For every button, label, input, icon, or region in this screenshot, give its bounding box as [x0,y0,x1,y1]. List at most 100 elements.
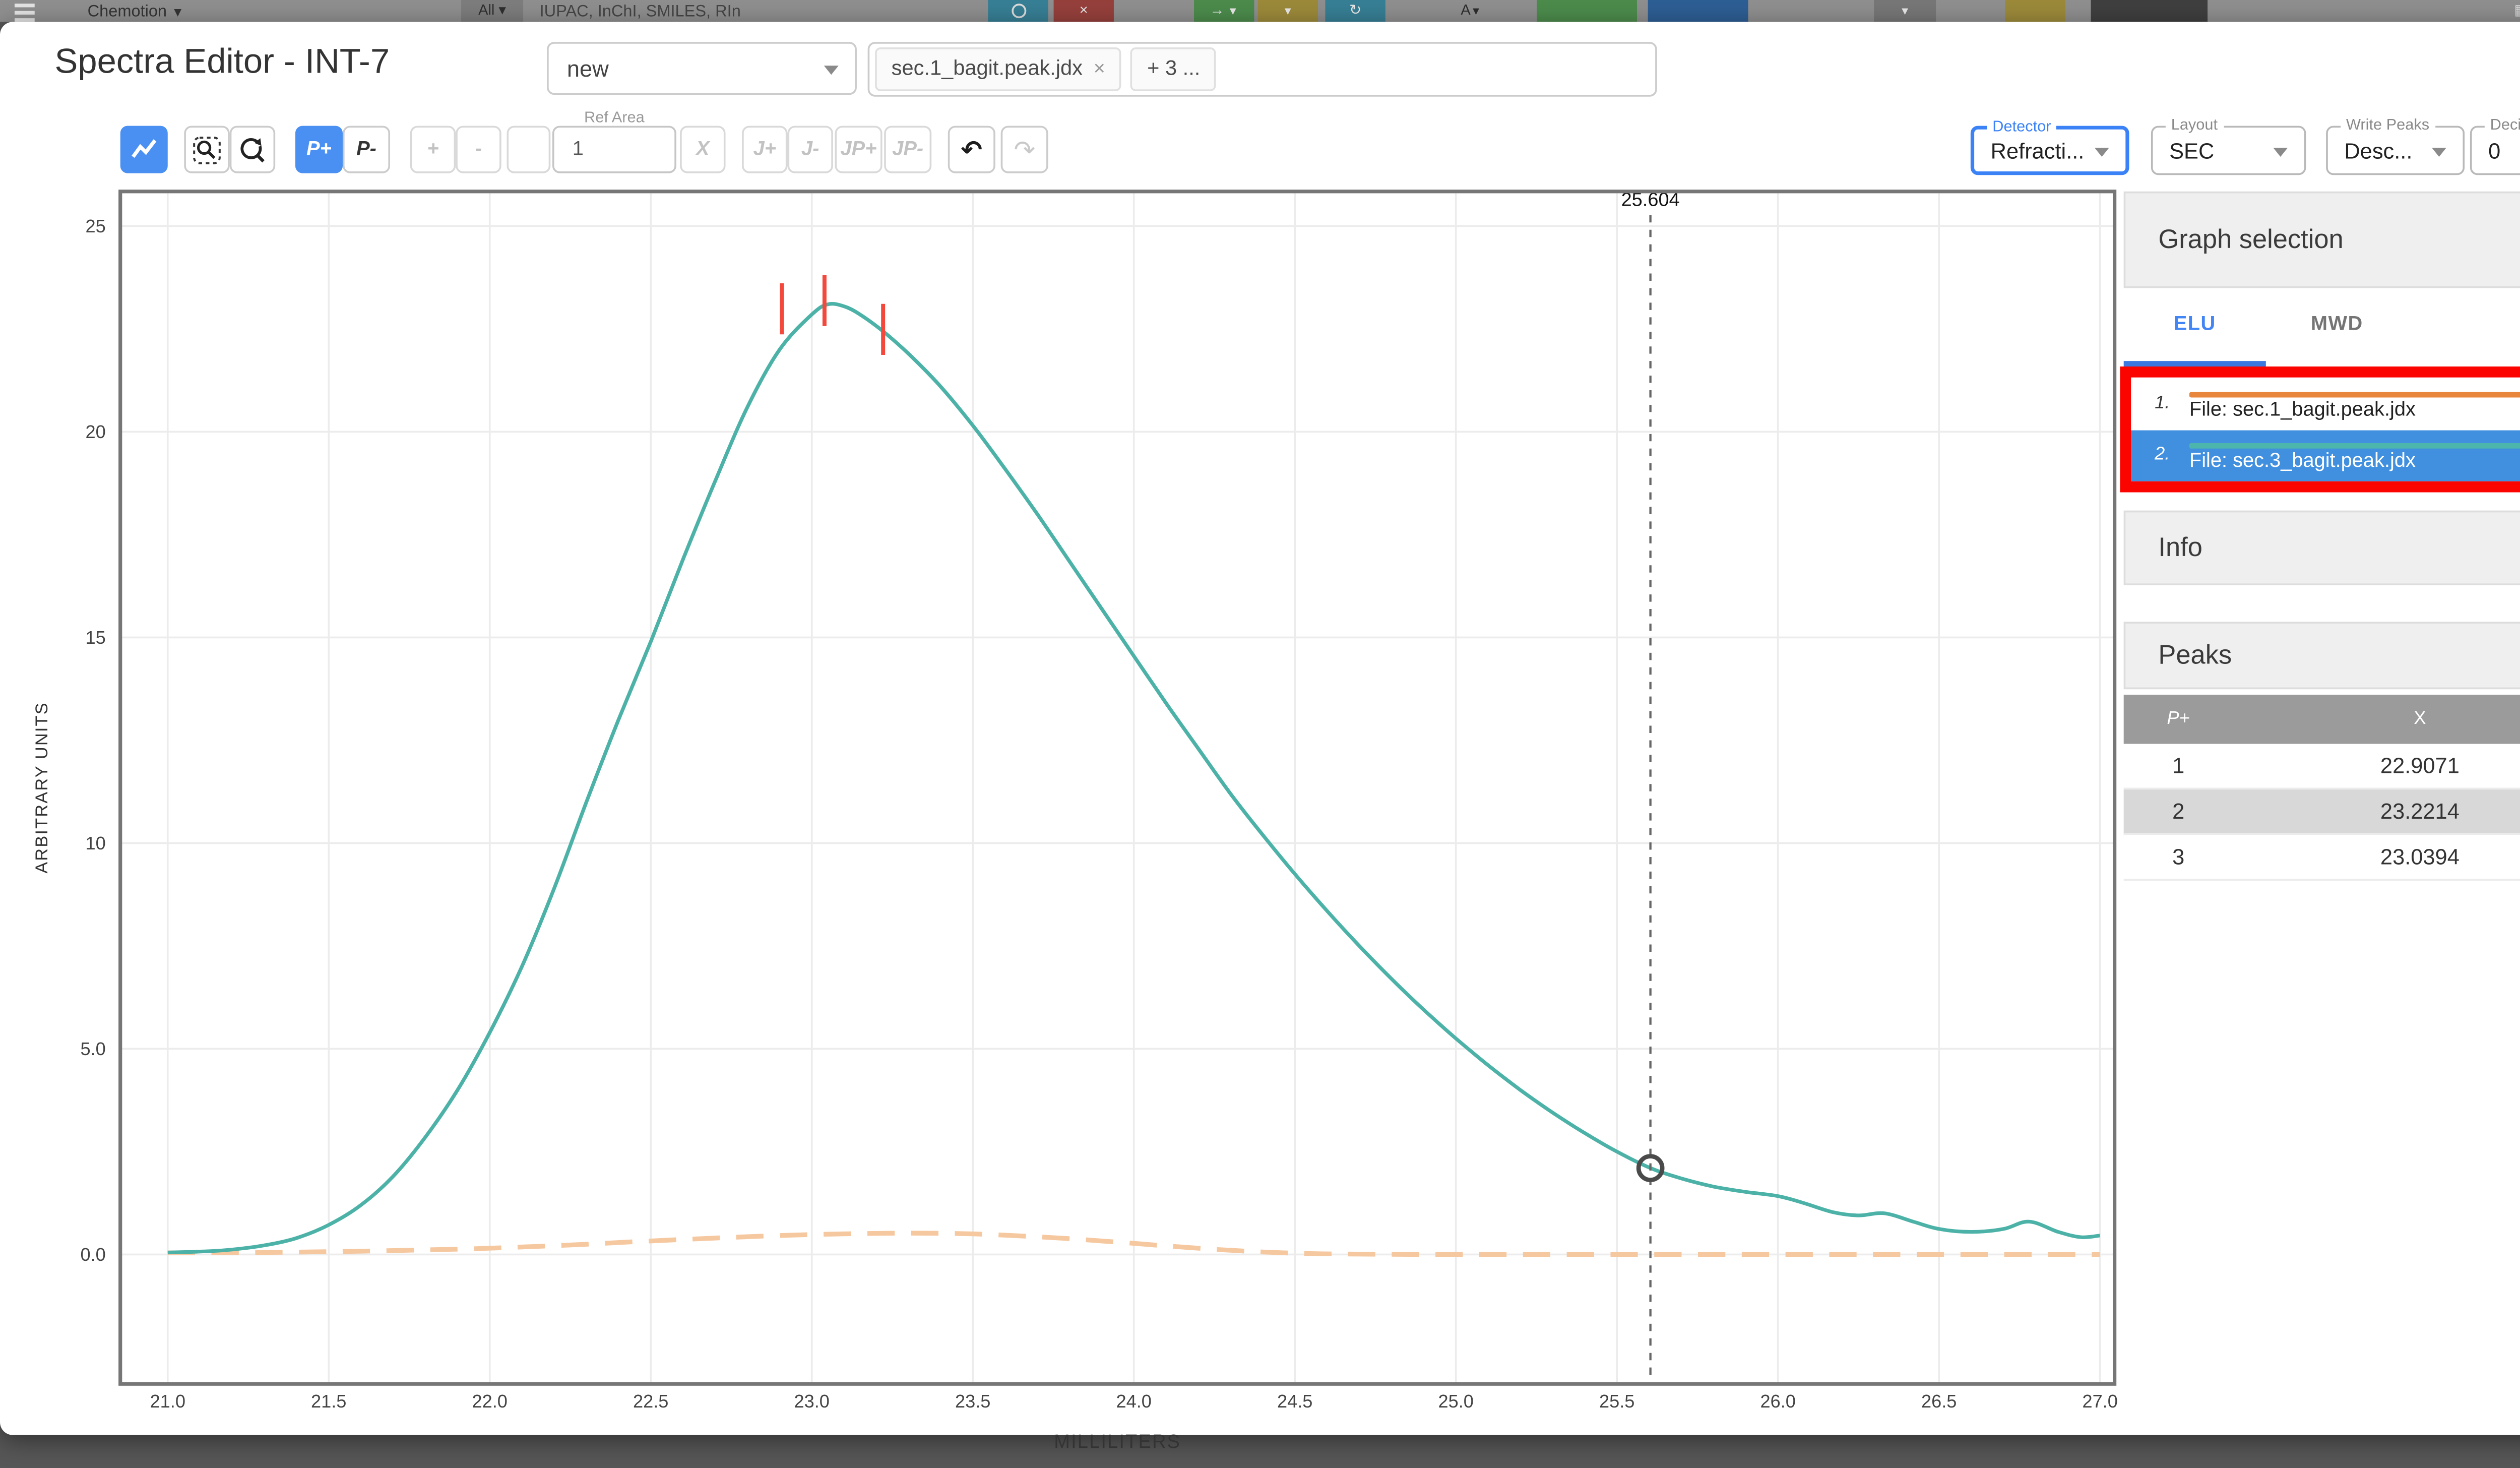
x-tick-label: 27.0 [2082,1391,2117,1412]
toolbar-icons-group[interactable] [2091,0,2208,22]
preset-select[interactable]: new [547,42,857,95]
blank-button[interactable] [507,126,551,173]
menu-icon[interactable] [14,4,35,8]
reload-button[interactable]: ↻ [1325,0,1385,22]
x-tick-label: 24.5 [1277,1391,1312,1412]
graph-file-item-selected[interactable]: 2. File: sec.3_bagit.peak.jdx [2123,430,2520,481]
clear-ref-button[interactable]: X [680,126,726,173]
peaks-table: P+ X Y - 122.90712.29e+1×223.22142.24e+1… [2123,695,2520,881]
advanced-search-dropdown[interactable]: ▼ [1874,0,1936,22]
peak-remove-button[interactable]: P- [342,126,391,173]
undo-icon: ↶ [961,134,983,163]
export-button[interactable]: → ▼ [1194,0,1254,22]
search-icon [1011,4,1026,19]
search-scope-dropdown[interactable]: All ▾ [461,0,524,22]
x-tick-label: 26.0 [1760,1391,1795,1412]
jp-plus-button[interactable]: JP+ [835,126,883,173]
screen: Chemotion ▼ All ▾ IUPAC, InChI, SMILES, … [0,0,2520,1456]
undo-button[interactable]: ↶ [948,126,995,173]
detector-select[interactable]: Detector Refracti... [1970,117,2129,175]
reaction-tools-group[interactable] [1648,0,1748,22]
peak-row[interactable]: 323.03942.31e+1× [2123,835,2520,881]
ref-area-input[interactable] [552,126,676,173]
line-chart-icon [132,139,157,158]
redo-button[interactable]: ↷ [1000,126,1048,173]
write-peaks-select[interactable]: Write Peaks Desc... [2326,116,2465,175]
graph-selection-tabs: ELU MWD [2123,288,2520,366]
x-tick-label: 21.0 [150,1391,185,1412]
peak-row[interactable]: 223.22142.24e+1× [2123,789,2520,835]
active-tab-indicator [2123,361,2266,366]
x-tick-label: 22.0 [472,1391,508,1412]
import-button[interactable]: ▼ [1257,0,1318,22]
x-tick-label: 26.5 [1921,1391,1957,1412]
y-tick-label: 15 [86,627,106,648]
decimal-select[interactable]: Decimal 0 [2470,116,2520,175]
line-chart-mode-button[interactable] [120,126,168,173]
chevron-down-icon [2094,147,2109,156]
decrease-button[interactable]: - [456,126,501,173]
remove-tag-icon[interactable]: × [1094,58,1105,80]
jp-minus-button[interactable]: JP- [884,126,932,173]
peak-x-value: 22.9071 [2380,753,2460,779]
ref-area-label: Ref Area [584,107,645,126]
search-button[interactable] [988,0,1048,22]
x-tick-label: 22.5 [633,1391,668,1412]
increase-button[interactable]: + [410,126,456,173]
peak-x-value: 23.0394 [2380,844,2460,870]
series-color-swatch [2189,443,2520,449]
right-sidebar: Graph selection ELU MWD 1. File: sec.1_b… [2120,191,2520,1212]
search-input[interactable]: IUPAC, InChI, SMILES, RIn [540,2,741,22]
peak-row[interactable]: 122.90712.29e+1× [2123,744,2520,790]
x-tick-label: 25.0 [1438,1391,1474,1412]
j-plus-button[interactable]: J+ [742,126,788,173]
peak-index: 1 [2172,753,2185,779]
peaks-table-header: P+ X Y - [2123,695,2520,744]
x-tick-label: 23.0 [794,1391,830,1412]
grid-icon: ▦ [2510,0,2520,22]
tab-mwd[interactable]: MWD [2266,288,2408,361]
tab-elu[interactable]: ELU [2124,288,2266,361]
chevron-down-icon [2273,147,2288,156]
zoom-to-area-button[interactable] [184,126,230,173]
redo-icon: ↷ [1014,134,1035,163]
series-color-swatch [2189,392,2520,398]
peaks-table-body: 122.90712.29e+1×223.22142.24e+1×323.0394… [2123,744,2520,881]
sample-tools-group[interactable] [1537,0,1637,22]
background-navbar: Chemotion ▼ All ▾ IUPAC, InChI, SMILES, … [0,0,2520,22]
peak-add-button[interactable]: P+ [295,126,343,173]
brand-dropdown[interactable]: Chemotion ▼ [88,2,184,22]
reset-zoom-button[interactable] [229,126,276,173]
elements-dropdown[interactable]: A▼ [1445,0,1496,22]
spectra-editor-modal: Spectra Editor - INT-7 new sec.1_bagit.p… [0,22,2520,1452]
x-tick-label: 25.5 [1599,1391,1634,1412]
zoom-area-icon [193,136,221,163]
y-tick-label: 20 [86,421,106,442]
more-files-chip[interactable]: + 3 ... [1130,47,1217,91]
peak-index: 2 [2172,799,2185,824]
chevron-down-icon [2431,147,2446,156]
y-tick-label: 5.0 [81,1038,106,1059]
y-tick-label: 10 [86,833,106,853]
peak-x-value: 23.2214 [2380,799,2460,824]
file-tags-input[interactable]: sec.1_bagit.peak.jdx × + 3 ... [867,42,1657,97]
spectrum-chart[interactable]: 25.604 21.0 21.5 22.0 22.5 23.0 23.5 24.0 24.5 25… [0,182,2133,1459]
j-minus-button[interactable]: J- [787,126,833,173]
clear-search-button[interactable]: × [1053,0,1114,22]
graph-selection-header[interactable]: Graph selection [2123,191,2520,288]
graph-file-item[interactable]: 1. File: sec.1_bagit.peak.jdx [2123,379,2520,431]
layout-select[interactable]: Layout SEC [2151,116,2306,175]
y-tick-label: 25 [86,216,106,236]
y-axis-label: ARBITRARY UNITS [32,702,51,874]
x-tick-label: 24.0 [1116,1391,1152,1412]
x-tick-label: 21.5 [311,1391,346,1412]
x-tick-label: 23.5 [955,1391,990,1412]
info-header[interactable]: Info [2123,510,2520,586]
reset-zoom-icon [240,137,265,162]
peak-index: 3 [2172,844,2185,870]
report-button[interactable] [2005,0,2065,22]
chevron-down-icon [824,65,839,74]
peaks-header[interactable]: Peaks [2123,622,2520,690]
page-title: Spectra Editor - INT-7 [54,43,390,82]
file-tag-chip[interactable]: sec.1_bagit.peak.jdx × [875,47,1122,91]
